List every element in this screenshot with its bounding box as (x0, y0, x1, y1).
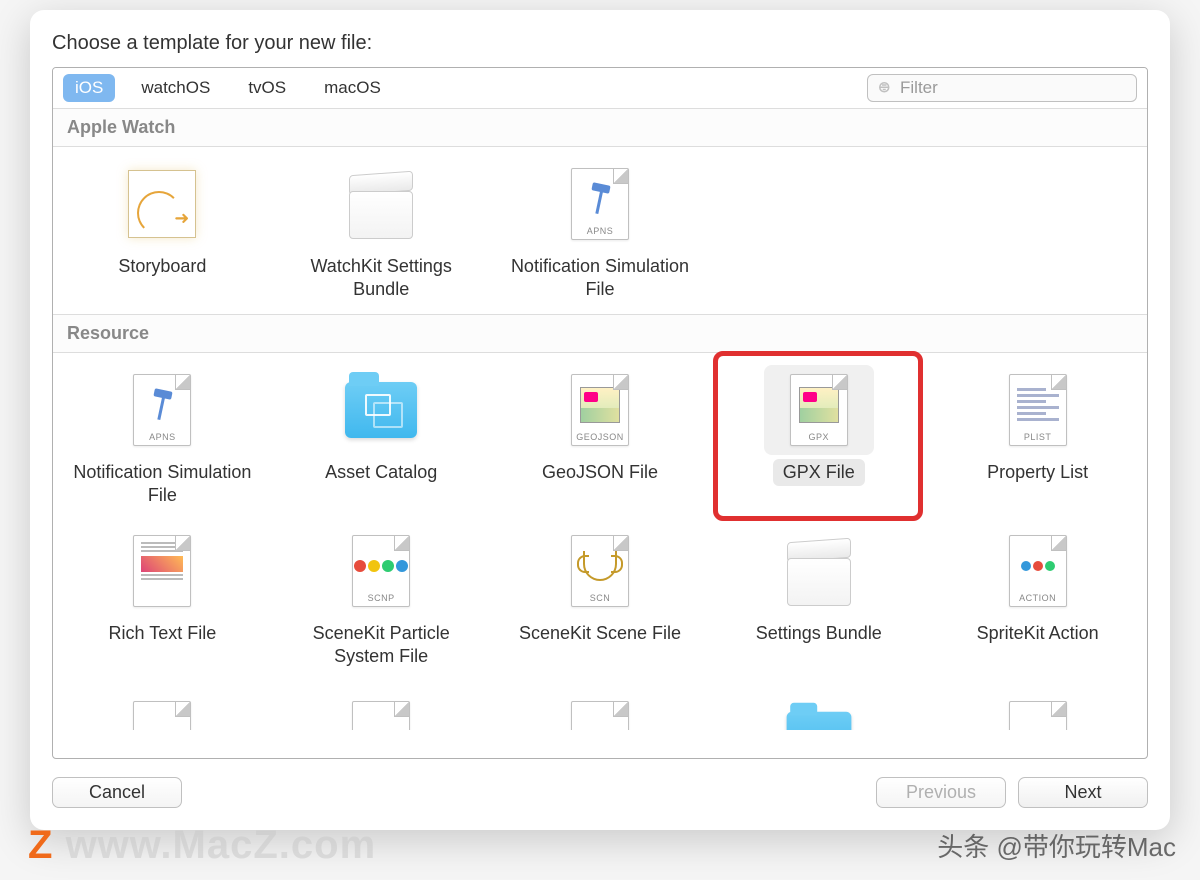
button-bar: Cancel Previous Next (52, 777, 1148, 808)
hammer-icon (152, 390, 172, 420)
cancel-button[interactable]: Cancel (52, 777, 182, 808)
template-label: Asset Catalog (315, 459, 447, 486)
folder-icon (345, 382, 417, 438)
template-scenekit-scene-file[interactable]: SCN SceneKit Scene File (491, 520, 710, 681)
grid-applewatch: Storyboard WatchKit Settings Bundle APNS… (53, 147, 1147, 314)
map-icon (580, 387, 620, 423)
particle-icon (354, 560, 408, 572)
file-icon (1009, 701, 1067, 730)
previous-button: Previous (876, 777, 1006, 808)
file-icon: APNS (133, 374, 191, 446)
template-label: Notification Simulation File (62, 459, 262, 510)
file-icon: APNS (571, 168, 629, 240)
file-icon (133, 535, 191, 607)
file-icon (352, 701, 410, 730)
template-partial[interactable] (491, 686, 710, 730)
grid-resource: APNS Notification Simulation File Asset … (53, 353, 1147, 681)
tab-tvos[interactable]: tvOS (236, 74, 298, 102)
hammer-icon (590, 184, 610, 214)
template-partial[interactable] (709, 686, 928, 730)
template-label: GeoJSON File (532, 459, 668, 486)
template-label: SceneKit Scene File (509, 620, 691, 647)
action-icon (1021, 561, 1055, 571)
template-label: SceneKit Particle System File (281, 620, 481, 671)
template-geojson-file[interactable]: GEOJSON GeoJSON File (491, 359, 710, 520)
watermark-left: Z www.MacZ.com (28, 823, 376, 868)
template-label: WatchKit Settings Bundle (281, 253, 481, 304)
template-scenekit-particle-system-file[interactable]: SCNP SceneKit Particle System File (272, 520, 491, 681)
new-file-sheet: Choose a template for your new file: iOS… (30, 10, 1170, 830)
sheet-title: Choose a template for your new file: (52, 32, 1148, 55)
trophy-icon (583, 551, 617, 581)
template-asset-catalog[interactable]: Asset Catalog (272, 359, 491, 520)
next-button[interactable]: Next (1018, 777, 1148, 808)
template-notification-simulation-file[interactable]: APNS Notification Simulation File (53, 359, 272, 520)
template-rich-text-file[interactable]: Rich Text File (53, 520, 272, 681)
template-label: SpriteKit Action (967, 620, 1109, 647)
template-partial[interactable] (53, 686, 272, 730)
template-storyboard[interactable]: Storyboard (53, 153, 272, 314)
template-label: Settings Bundle (746, 620, 892, 647)
template-watchkit-settings-bundle[interactable]: WatchKit Settings Bundle (272, 153, 491, 314)
template-property-list[interactable]: PLIST Property List (928, 359, 1147, 520)
bundle-icon (783, 536, 855, 606)
template-partial[interactable] (272, 686, 491, 730)
tab-macos[interactable]: macOS (312, 74, 393, 102)
file-icon (133, 701, 191, 730)
filter-input[interactable] (900, 78, 1128, 98)
grid-resource-partial (53, 680, 1147, 730)
file-icon (571, 701, 629, 730)
filter-icon (876, 79, 894, 97)
watermark-right: 头条 @带你玩转Mac (937, 827, 1176, 864)
section-header-resource: Resource (53, 314, 1147, 353)
platform-toolbar: iOS watchOS tvOS macOS (53, 68, 1147, 108)
template-scroll[interactable]: Apple Watch Storyboard WatchKit Settings… (53, 108, 1147, 758)
template-gpx-file[interactable]: GPX GPX File (709, 359, 928, 520)
template-label: GPX File (773, 459, 865, 486)
folder-icon (786, 712, 851, 730)
file-icon: SCNP (352, 535, 410, 607)
template-chooser: iOS watchOS tvOS macOS Apple Watch Story… (52, 67, 1148, 759)
template-partial[interactable] (928, 686, 1147, 730)
file-icon: SCN (571, 535, 629, 607)
tab-watchos[interactable]: watchOS (129, 74, 222, 102)
richtext-icon (141, 542, 183, 590)
template-notification-simulation-file[interactable]: APNS Notification Simulation File (491, 153, 710, 314)
template-label: Property List (977, 459, 1098, 486)
storyboard-icon (128, 170, 196, 238)
list-icon (1017, 384, 1059, 426)
file-icon: ACTION (1009, 535, 1067, 607)
template-settings-bundle[interactable]: Settings Bundle (709, 520, 928, 681)
bundle-icon (345, 169, 417, 239)
template-label: Storyboard (108, 253, 216, 280)
file-icon: GEOJSON (571, 374, 629, 446)
map-icon (799, 387, 839, 423)
template-label: Rich Text File (99, 620, 227, 647)
file-icon: GPX (790, 374, 848, 446)
section-header-applewatch: Apple Watch (53, 108, 1147, 147)
filter-field[interactable] (867, 74, 1137, 102)
file-icon: PLIST (1009, 374, 1067, 446)
template-spritekit-action[interactable]: ACTION SpriteKit Action (928, 520, 1147, 681)
tab-ios[interactable]: iOS (63, 74, 115, 102)
template-label: Notification Simulation File (500, 253, 700, 304)
